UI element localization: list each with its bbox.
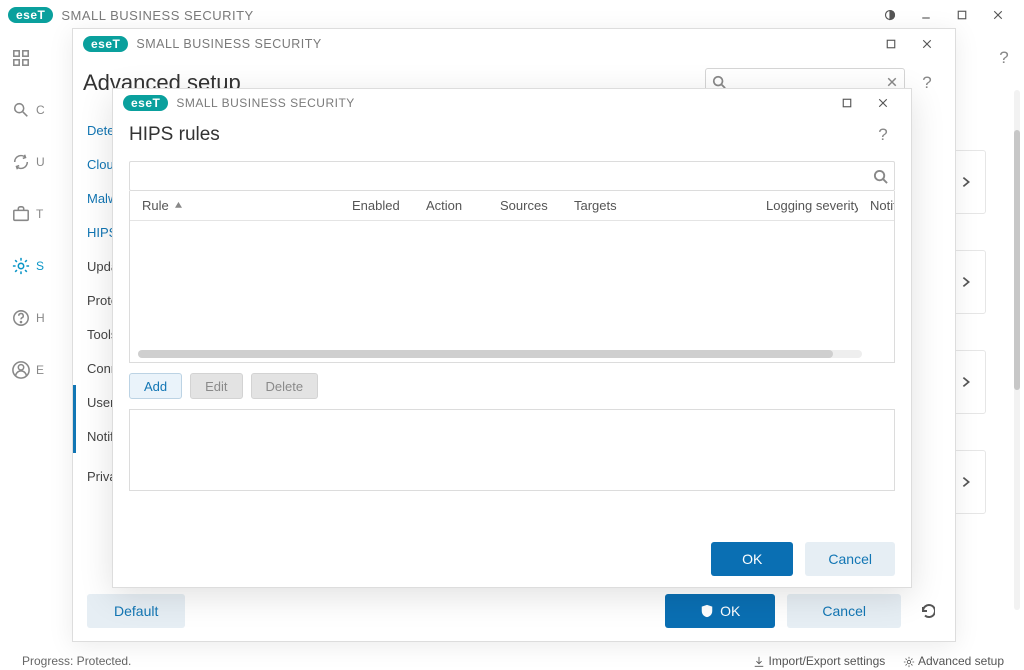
import-icon <box>753 656 765 668</box>
col-enabled[interactable]: Enabled <box>340 198 414 213</box>
add-button[interactable]: Add <box>129 373 182 399</box>
search-icon <box>873 169 888 184</box>
eset-mark: eseT <box>83 36 128 52</box>
col-action[interactable]: Action <box>414 198 488 213</box>
col-notify[interactable]: Notify <box>858 198 894 213</box>
briefcase-icon <box>12 205 30 223</box>
search-icon <box>12 101 30 119</box>
rule-search-input[interactable] <box>136 162 873 190</box>
gear-icon <box>903 656 915 668</box>
nav-rail: C U T S H E <box>0 30 56 646</box>
hips-product-name: SMALL BUSINESS SECURITY <box>176 96 354 110</box>
col-rule[interactable]: Rule <box>130 198 340 213</box>
hips-body: HIPS rules ? Rule Enabled Action Sources… <box>113 117 911 531</box>
close-icon[interactable] <box>909 30 945 58</box>
maximize-icon[interactable] <box>829 89 865 117</box>
hips-footer: OK Cancel <box>113 531 911 587</box>
rules-table: Rule Enabled Action Sources Targets Logg… <box>129 191 895 363</box>
default-button[interactable]: Default <box>87 594 185 628</box>
nav-search[interactable]: C <box>8 94 48 126</box>
nav-update[interactable]: U <box>8 146 48 178</box>
eset-logo: eseT <box>83 36 128 52</box>
col-logging[interactable]: Logging severity <box>754 198 858 213</box>
ok-button[interactable]: OK <box>665 594 775 628</box>
close-icon[interactable] <box>865 89 901 117</box>
status-bar: Progress: Protected. <box>22 654 131 668</box>
gear-icon <box>12 257 30 275</box>
main-titlebar: eseT SMALL BUSINESS SECURITY <box>0 0 1024 30</box>
user-icon <box>12 361 30 379</box>
main-scrollbar[interactable] <box>1014 90 1020 610</box>
nav-setup[interactable]: S <box>8 250 48 282</box>
rules-table-header: Rule Enabled Action Sources Targets Logg… <box>130 191 894 221</box>
hips-rules-dialog: eseT SMALL BUSINESS SECURITY HIPS rules … <box>112 88 912 588</box>
chevron-right-icon <box>959 475 973 489</box>
cancel-button[interactable]: Cancel <box>805 542 895 576</box>
cancel-button[interactable]: Cancel <box>787 594 901 628</box>
main-scroll-thumb[interactable] <box>1014 130 1020 390</box>
chevron-right-icon <box>959 175 973 189</box>
chevron-right-icon <box>959 375 973 389</box>
delete-button[interactable]: Delete <box>251 373 319 399</box>
ok-button[interactable]: OK <box>711 542 793 576</box>
nav-help[interactable]: H <box>8 302 48 334</box>
dashboard-icon <box>12 49 30 67</box>
eset-logo: eseT <box>123 95 168 111</box>
help-button[interactable]: ? <box>915 71 939 95</box>
rule-action-buttons: Add Edit Delete <box>129 363 895 409</box>
eset-mark: eseT <box>123 95 168 111</box>
chevron-right-icon <box>959 275 973 289</box>
maximize-icon[interactable] <box>944 1 980 29</box>
refresh-icon <box>12 153 30 171</box>
edit-button[interactable]: Edit <box>190 373 242 399</box>
help-button[interactable]: ? <box>992 46 1016 70</box>
help-icon <box>12 309 30 327</box>
adv-product-name: SMALL BUSINESS SECURITY <box>136 37 321 51</box>
hips-heading-row: HIPS rules ? <box>129 123 895 147</box>
bottom-tools: Import/Export settings Advanced setup <box>753 654 1004 668</box>
main-product-name: SMALL BUSINESS SECURITY <box>61 8 253 23</box>
col-targets[interactable]: Targets <box>562 198 754 213</box>
table-hscroll-thumb[interactable] <box>138 350 833 358</box>
contrast-icon[interactable] <box>872 1 908 29</box>
maximize-icon[interactable] <box>873 30 909 58</box>
adv-footer: Default OK Cancel <box>73 581 955 641</box>
rule-search-box[interactable] <box>129 161 895 191</box>
rule-detail-panel <box>129 409 895 491</box>
close-icon[interactable] <box>980 1 1016 29</box>
undo-icon[interactable] <box>913 597 941 625</box>
col-sources[interactable]: Sources <box>488 198 562 213</box>
sort-asc-icon <box>174 201 183 210</box>
minimize-icon[interactable] <box>908 1 944 29</box>
eset-mark: eseT <box>8 7 53 23</box>
help-button[interactable]: ? <box>871 123 895 147</box>
nav-tools[interactable]: T <box>8 198 48 230</box>
eset-logo: eseT <box>8 7 53 23</box>
nav-account[interactable]: E <box>8 354 48 386</box>
adv-titlebar: eseT SMALL BUSINESS SECURITY <box>73 29 955 59</box>
advanced-setup-link[interactable]: Advanced setup <box>903 654 1004 668</box>
nav-dashboard[interactable] <box>8 42 48 74</box>
table-hscroll[interactable] <box>138 350 862 358</box>
import-export-link[interactable]: Import/Export settings <box>753 654 885 668</box>
hips-heading: HIPS rules <box>129 124 220 146</box>
shield-icon <box>700 604 714 618</box>
hips-titlebar: eseT SMALL BUSINESS SECURITY <box>113 89 911 117</box>
